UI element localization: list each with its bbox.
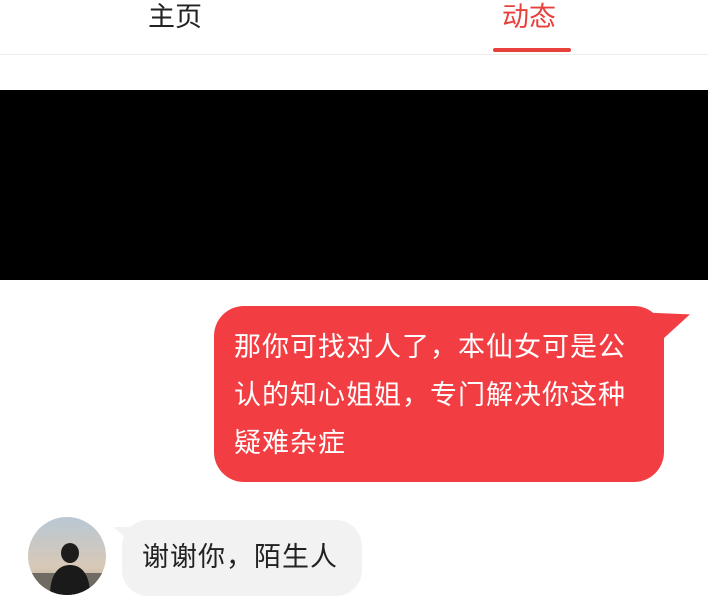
incoming-message-bubble[interactable]: 谢谢你，陌生人: [122, 520, 362, 596]
top-tab-bar: 主页 动态: [0, 0, 708, 55]
redacted-area: [0, 90, 708, 280]
outgoing-message-bubble[interactable]: 那你可找对人了，本仙女可是公认的知心姐姐，专门解决你这种疑难杂症: [214, 306, 664, 482]
incoming-message-text: 谢谢你，陌生人: [142, 542, 338, 573]
chat-screen: 主页 动态 那你可找对人了，本仙女可是公认的知心姐姐，专门解决你这种疑难杂症 谢…: [0, 0, 708, 616]
active-tab-indicator: [493, 48, 571, 52]
user-avatar-photo-icon: [28, 517, 106, 595]
tab-feed[interactable]: 动态: [502, 0, 556, 54]
tab-home[interactable]: 主页: [148, 0, 202, 54]
avatar[interactable]: [28, 517, 106, 595]
outgoing-message-text: 那你可找对人了，本仙女可是公认的知心姐姐，专门解决你这种疑难杂症: [234, 332, 626, 459]
